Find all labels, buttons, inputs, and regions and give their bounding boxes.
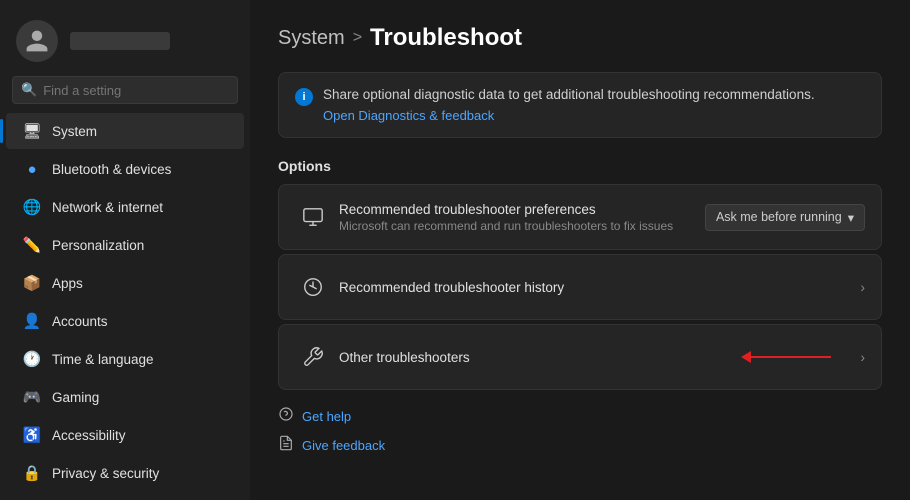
info-content: Share optional diagnostic data to get ad… <box>323 87 815 123</box>
prefs-subtitle: Microsoft can recommend and run troubles… <box>339 219 705 233</box>
breadcrumb: System > Troubleshoot <box>278 24 882 52</box>
bluetooth-icon: ● <box>22 159 42 179</box>
apps-icon: 📦 <box>22 273 42 293</box>
breadcrumb-current: Troubleshoot <box>370 24 522 52</box>
info-text: Share optional diagnostic data to get ad… <box>323 87 815 102</box>
recommended-prefs-card[interactable]: Recommended troubleshooter preferences M… <box>278 184 882 250</box>
prefs-right: Ask me before running ▾ <box>705 204 865 231</box>
info-icon: i <box>295 88 313 106</box>
get-help-icon <box>278 406 294 427</box>
sidebar-item-system[interactable]: 🖥 System <box>6 113 244 149</box>
accounts-icon: 👤 <box>22 311 42 331</box>
gaming-icon: 🎮 <box>22 387 42 407</box>
get-help-link[interactable]: Get help <box>278 406 882 427</box>
chevron-down-icon: ▾ <box>848 210 854 225</box>
main-content: System > Troubleshoot i Share optional d… <box>250 0 910 500</box>
privacy-icon: 🔒 <box>22 463 42 483</box>
sidebar-item-accessibility[interactable]: ♿ Accessibility <box>6 417 244 453</box>
sidebar-item-time[interactable]: 🕐 Time & language <box>6 341 244 377</box>
open-diagnostics-link[interactable]: Open Diagnostics & feedback <box>323 108 815 123</box>
network-icon: 🌐 <box>22 197 42 217</box>
search-icon: 🔍 <box>21 82 37 98</box>
prefs-title: Recommended troubleshooter preferences <box>339 202 705 217</box>
chevron-right-icon-2: › <box>860 349 865 365</box>
sidebar-item-privacy[interactable]: 🔒 Privacy & security <box>6 455 244 491</box>
search-input[interactable] <box>43 83 229 98</box>
personalization-icon: ✏️ <box>22 235 42 255</box>
avatar <box>16 20 58 62</box>
sidebar-item-accounts[interactable]: 👤 Accounts <box>6 303 244 339</box>
other-right: › <box>860 349 865 365</box>
history-title: Recommended troubleshooter history <box>339 280 860 295</box>
user-section <box>0 10 250 76</box>
sidebar: 🔍 🖥 System ● Bluetooth & devices 🌐 Netwo… <box>0 0 250 500</box>
give-feedback-icon <box>278 435 294 456</box>
history-icon <box>295 269 331 305</box>
prefs-dropdown[interactable]: Ask me before running ▾ <box>705 204 865 231</box>
accessibility-icon: ♿ <box>22 425 42 445</box>
arrow-head <box>741 351 751 363</box>
sidebar-item-personalization[interactable]: ✏️ Personalization <box>6 227 244 263</box>
system-icon: 🖥 <box>22 121 42 141</box>
recommended-history-card[interactable]: Recommended troubleshooter history › <box>278 254 882 320</box>
history-right: › <box>860 279 865 295</box>
bottom-links: Get help Give feedback <box>278 406 882 456</box>
sidebar-item-windows-update[interactable]: 🔄 Windows Update <box>6 492 244 500</box>
arrow-annotation <box>741 351 831 363</box>
chevron-right-icon: › <box>860 279 865 295</box>
prefs-icon <box>295 199 331 235</box>
history-text: Recommended troubleshooter history <box>339 280 860 295</box>
prefs-text: Recommended troubleshooter preferences M… <box>339 202 705 233</box>
options-section-title: Options <box>278 158 882 174</box>
other-icon <box>295 339 331 375</box>
username-placeholder <box>70 32 170 50</box>
sidebar-item-gaming[interactable]: 🎮 Gaming <box>6 379 244 415</box>
time-icon: 🕐 <box>22 349 42 369</box>
arrow-line <box>751 356 831 358</box>
breadcrumb-parent: System <box>278 27 345 50</box>
breadcrumb-arrow: > <box>353 29 362 47</box>
give-feedback-link[interactable]: Give feedback <box>278 435 882 456</box>
sidebar-item-apps[interactable]: 📦 Apps <box>6 265 244 301</box>
sidebar-item-network[interactable]: 🌐 Network & internet <box>6 189 244 225</box>
sidebar-item-bluetooth[interactable]: ● Bluetooth & devices <box>6 151 244 187</box>
info-banner: i Share optional diagnostic data to get … <box>278 72 882 138</box>
search-box[interactable]: 🔍 <box>12 76 238 104</box>
other-troubleshooters-card[interactable]: Other troubleshooters › <box>278 324 882 390</box>
